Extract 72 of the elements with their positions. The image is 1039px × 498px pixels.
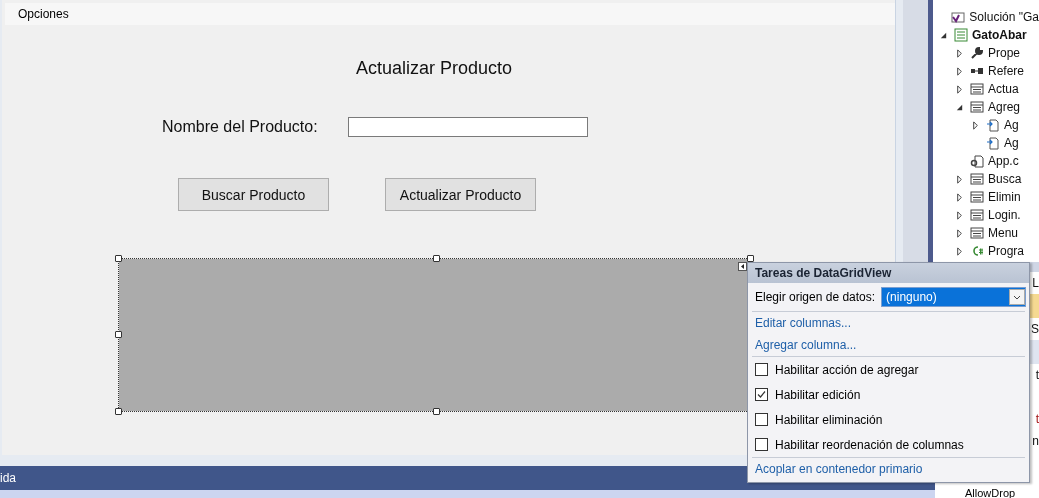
form-icon — [970, 208, 984, 222]
property-name: t — [1035, 412, 1039, 426]
smart-tag-icon[interactable] — [738, 262, 747, 271]
tree-item[interactable]: Refere — [988, 64, 1025, 78]
tree-item[interactable]: Ag — [1004, 136, 1019, 150]
tree-item[interactable]: Prope — [988, 46, 1021, 60]
field-label: Nombre del Producto: — [162, 118, 318, 136]
expand-arrow-icon[interactable] — [955, 84, 964, 94]
tree-item[interactable]: Ag — [1004, 118, 1019, 132]
tree-item[interactable]: Elimin — [988, 190, 1021, 204]
file-icon — [986, 118, 1000, 132]
tree-item[interactable]: Login. — [988, 208, 1021, 222]
collapse-arrow-icon[interactable] — [955, 102, 964, 112]
project-icon — [954, 28, 968, 42]
property-name: n — [1032, 434, 1039, 448]
code-file-icon — [970, 244, 984, 258]
form-title: Actualizar Producto — [356, 58, 514, 79]
form-icon — [970, 172, 984, 186]
property-name: S — [1031, 322, 1039, 336]
form-icon — [970, 226, 984, 240]
field-label: Elegir origen de datos: — [755, 290, 876, 304]
resize-handle[interactable] — [115, 408, 122, 415]
checkbox-label: Habilitar edición — [775, 387, 861, 402]
tree-item[interactable]: Agreg — [988, 100, 1021, 114]
form-icon — [970, 100, 984, 114]
property-name: t — [1035, 368, 1039, 382]
tree-item[interactable]: Progra — [988, 244, 1025, 258]
checkbox[interactable] — [755, 388, 768, 401]
tree-item[interactable]: GatoAbar — [972, 28, 1027, 42]
expand-arrow-icon[interactable] — [971, 120, 980, 130]
checkbox-label: Habilitar eliminación — [775, 412, 883, 427]
data-source-dropdown[interactable]: (ninguno) — [881, 287, 1026, 307]
tree-item[interactable]: Busca — [988, 172, 1022, 186]
panel-header: Tareas de DataGridView — [748, 263, 1029, 283]
input-field[interactable] — [347, 117, 588, 137]
expand-arrow-icon[interactable] — [955, 48, 964, 58]
expand-arrow-icon[interactable] — [955, 192, 964, 202]
resize-handle[interactable] — [747, 255, 754, 262]
form-button[interactable]: Actualizar Producto — [385, 178, 536, 211]
form-icon — [970, 82, 984, 96]
checkbox[interactable] — [755, 438, 768, 451]
solution-icon — [951, 10, 966, 24]
collapse-arrow-icon[interactable] — [939, 30, 948, 40]
expand-arrow-icon[interactable] — [955, 210, 964, 220]
file-icon — [986, 136, 1000, 150]
checkbox-label: Habilitar reordenación de columnas — [775, 437, 964, 452]
form-button[interactable]: Buscar Producto — [178, 178, 329, 211]
config-file-icon — [970, 154, 984, 168]
expand-arrow-icon[interactable] — [955, 246, 964, 256]
link[interactable]: Agregar columna... — [755, 338, 857, 352]
link[interactable]: Acoplar en contenedor primario — [755, 462, 923, 476]
tree-item[interactable]: Solución "Ga — [969, 10, 1039, 24]
tree-item[interactable]: Actua — [988, 82, 1019, 96]
checkbox[interactable] — [755, 363, 768, 376]
panel-title: ida — [0, 471, 16, 485]
resize-handle[interactable] — [115, 255, 122, 262]
tree-item[interactable]: App.c — [988, 154, 1019, 168]
options-menu[interactable]: Opciones — [18, 7, 69, 21]
link[interactable]: Editar columnas... — [755, 316, 852, 330]
resize-handle[interactable] — [433, 408, 440, 415]
property-name: L — [1032, 276, 1039, 290]
tree-item[interactable]: Menu — [988, 226, 1019, 240]
dropdown-icon — [1009, 289, 1025, 305]
expand-arrow-icon[interactable] — [955, 66, 964, 76]
expand-arrow-icon[interactable] — [955, 174, 964, 184]
expand-arrow-icon[interactable] — [955, 228, 964, 238]
checkbox-label: Habilitar acción de agregar — [775, 362, 919, 377]
form-icon — [970, 190, 984, 204]
resize-handle[interactable] — [115, 331, 122, 338]
checkbox[interactable] — [755, 413, 768, 426]
resize-handle[interactable] — [433, 255, 440, 262]
wrench-icon — [970, 46, 984, 60]
